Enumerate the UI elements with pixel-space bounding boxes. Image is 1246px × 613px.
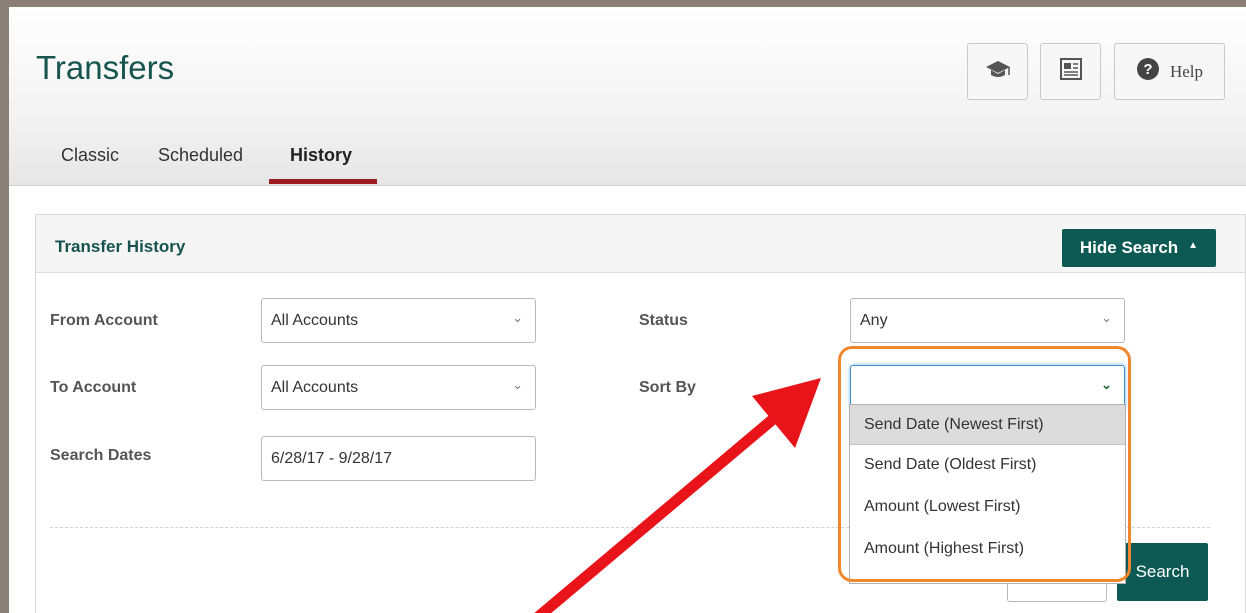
search-dates-label: Search Dates: [50, 447, 152, 464]
statements-button[interactable]: [1040, 43, 1101, 100]
chevron-down-icon: ⌄: [1101, 310, 1112, 325]
page: Transfers ? Help Classic Scheduled Histo…: [9, 7, 1246, 613]
help-label: Help: [1169, 61, 1204, 81]
chevron-down-icon: ⌄: [512, 310, 523, 325]
transfer-history-panel: Transfer History Hide Search ▲ From Acco…: [35, 214, 1246, 613]
chevron-down-icon: ⌄: [512, 377, 523, 392]
status-label: Status: [639, 312, 688, 329]
sort-option-newest[interactable]: Send Date (Newest First): [850, 405, 1125, 445]
to-account-label: To Account: [50, 379, 137, 396]
panel-header: Transfer History Hide Search ▲: [36, 215, 1245, 273]
hide-search-label: Hide Search: [1079, 238, 1179, 257]
status-value: Any: [860, 311, 888, 329]
from-account-label: From Account: [50, 312, 158, 329]
search-dates-input[interactable]: 6/28/17 - 9/28/17: [261, 436, 536, 481]
search-dates-value: 6/28/17 - 9/28/17: [271, 449, 392, 467]
graduation-cap-icon: [985, 58, 1011, 85]
sort-option-oldest[interactable]: Send Date (Oldest First): [850, 445, 1125, 485]
sort-option-highest[interactable]: Amount (Highest First): [850, 529, 1125, 569]
education-button[interactable]: [967, 43, 1028, 100]
help-button[interactable]: ? Help: [1114, 43, 1225, 100]
active-tab-indicator: [269, 179, 377, 184]
caret-up-icon: ▲: [1188, 239, 1199, 251]
search-button-label: Search: [1135, 562, 1190, 581]
to-account-value: All Accounts: [271, 378, 359, 396]
svg-text:?: ?: [1143, 61, 1152, 78]
tab-classic[interactable]: Classic: [61, 145, 119, 166]
sort-option-lowest[interactable]: Amount (Lowest First): [850, 487, 1125, 527]
panel-title: Transfer History: [55, 237, 186, 256]
from-account-value: All Accounts: [271, 311, 359, 329]
sort-by-dropdown: Send Date (Newest First) Send Date (Olde…: [849, 404, 1126, 584]
question-circle-icon: ?: [1136, 57, 1160, 86]
tab-scheduled[interactable]: Scheduled: [158, 145, 243, 166]
page-header: Transfers ? Help Classic Scheduled Histo…: [9, 7, 1246, 186]
hide-search-button[interactable]: Hide Search ▲: [1062, 229, 1216, 267]
to-account-select[interactable]: All Accounts ⌄: [261, 365, 536, 410]
page-title: Transfers: [36, 49, 175, 86]
tab-history[interactable]: History: [290, 145, 352, 166]
newspaper-icon: [1058, 57, 1084, 86]
status-select[interactable]: Any ⌄: [850, 298, 1125, 343]
from-account-select[interactable]: All Accounts ⌄: [261, 298, 536, 343]
chevron-down-icon: ⌄: [1101, 377, 1112, 392]
search-button[interactable]: Search: [1117, 543, 1208, 601]
sort-by-label: Sort By: [639, 379, 696, 396]
